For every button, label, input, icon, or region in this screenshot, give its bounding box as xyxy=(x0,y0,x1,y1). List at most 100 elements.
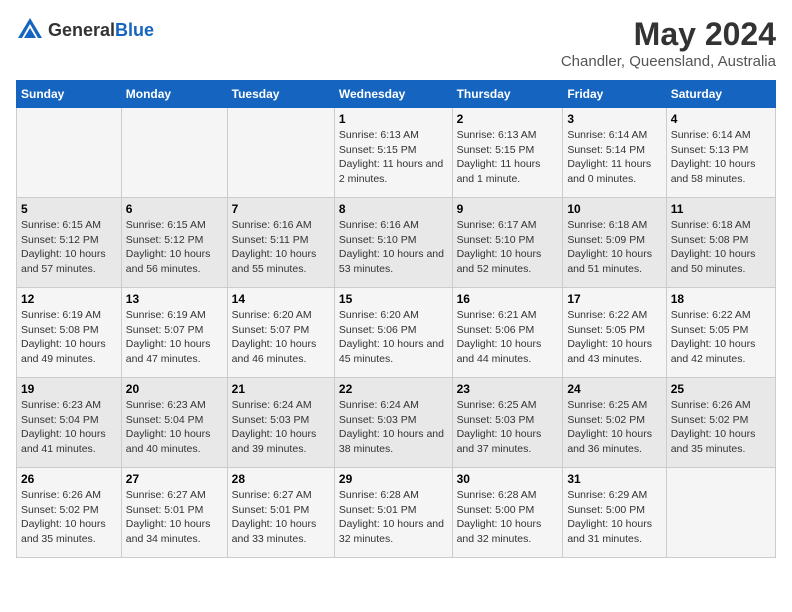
day-number: 22 xyxy=(339,382,448,396)
day-number: 24 xyxy=(567,382,661,396)
week-row-2: 5 Sunrise: 6:15 AMSunset: 5:12 PMDaylight… xyxy=(17,198,776,288)
day-info: Sunrise: 6:18 AMSunset: 5:09 PMDaylight:… xyxy=(567,218,661,277)
header-saturday: Saturday xyxy=(666,81,775,108)
calendar-cell: 2 Sunrise: 6:13 AMSunset: 5:15 PMDaylight… xyxy=(452,108,563,198)
week-row-5: 26 Sunrise: 6:26 AMSunset: 5:02 PMDayligh… xyxy=(17,468,776,558)
header-friday: Friday xyxy=(563,81,666,108)
header-thursday: Thursday xyxy=(452,81,563,108)
day-number: 14 xyxy=(232,292,330,306)
calendar-cell: 31 Sunrise: 6:29 AMSunset: 5:00 PMDayligh… xyxy=(563,468,666,558)
calendar-cell: 4 Sunrise: 6:14 AMSunset: 5:13 PMDaylight… xyxy=(666,108,775,198)
calendar-cell: 20Sunrise: 6:23 AMSunset: 5:04 PMDayligh… xyxy=(121,378,227,468)
day-number: 18 xyxy=(671,292,771,306)
week-row-3: 12 Sunrise: 6:19 AMSunset: 5:08 PMDayligh… xyxy=(17,288,776,378)
day-number: 21 xyxy=(232,382,330,396)
calendar-cell: 27 Sunrise: 6:27 AMSunset: 5:01 PMDayligh… xyxy=(121,468,227,558)
title-block: May 2024 Chandler, Queensland, Australia xyxy=(561,16,776,70)
day-info: Sunrise: 6:26 AMSunset: 5:02 PMDaylight:… xyxy=(671,398,771,457)
day-info: Sunrise: 6:25 AMSunset: 5:03 PMDaylight:… xyxy=(457,398,559,457)
day-info: Sunrise: 6:13 AMSunset: 5:15 PMDaylight:… xyxy=(339,128,448,187)
calendar-cell: 30 Sunrise: 6:28 AMSunset: 5:00 PMDayligh… xyxy=(452,468,563,558)
day-number: 10 xyxy=(567,202,661,216)
calendar-table: SundayMondayTuesdayWednesdayThursdayFrid… xyxy=(16,80,776,558)
calendar-cell: 9 Sunrise: 6:17 AMSunset: 5:10 PMDaylight… xyxy=(452,198,563,288)
subtitle: Chandler, Queensland, Australia xyxy=(561,53,776,70)
day-info: Sunrise: 6:15 AMSunset: 5:12 PMDaylight:… xyxy=(126,218,223,277)
calendar-cell: 1 Sunrise: 6:13 AMSunset: 5:15 PMDaylight… xyxy=(334,108,452,198)
day-info: Sunrise: 6:28 AMSunset: 5:01 PMDaylight:… xyxy=(339,488,448,547)
day-number: 23 xyxy=(457,382,559,396)
logo-icon xyxy=(16,16,44,44)
day-info: Sunrise: 6:28 AMSunset: 5:00 PMDaylight:… xyxy=(457,488,559,547)
day-info: Sunrise: 6:17 AMSunset: 5:10 PMDaylight:… xyxy=(457,218,559,277)
page-header: GeneralBlue May 2024 Chandler, Queenslan… xyxy=(16,16,776,70)
main-title: May 2024 xyxy=(561,16,776,53)
day-info: Sunrise: 6:27 AMSunset: 5:01 PMDaylight:… xyxy=(126,488,223,547)
calendar-cell: 7Sunrise: 6:16 AMSunset: 5:11 PMDaylight… xyxy=(227,198,334,288)
calendar-cell: 12 Sunrise: 6:19 AMSunset: 5:08 PMDayligh… xyxy=(17,288,122,378)
calendar-header-row: SundayMondayTuesdayWednesdayThursdayFrid… xyxy=(17,81,776,108)
day-number: 29 xyxy=(339,472,448,486)
day-info: Sunrise: 6:24 AMSunset: 5:03 PMDaylight:… xyxy=(339,398,448,457)
header-wednesday: Wednesday xyxy=(334,81,452,108)
day-info: Sunrise: 6:18 AMSunset: 5:08 PMDaylight:… xyxy=(671,218,771,277)
header-monday: Monday xyxy=(121,81,227,108)
calendar-cell xyxy=(666,468,775,558)
logo-blue: Blue xyxy=(115,20,154,40)
day-number: 9 xyxy=(457,202,559,216)
calendar-cell: 29 Sunrise: 6:28 AMSunset: 5:01 PMDayligh… xyxy=(334,468,452,558)
day-number: 17 xyxy=(567,292,661,306)
calendar-cell: 14 Sunrise: 6:20 AMSunset: 5:07 PMDayligh… xyxy=(227,288,334,378)
day-number: 19 xyxy=(21,382,117,396)
calendar-cell: 24Sunrise: 6:25 AMSunset: 5:02 PMDayligh… xyxy=(563,378,666,468)
calendar-cell: 28 Sunrise: 6:27 AMSunset: 5:01 PMDayligh… xyxy=(227,468,334,558)
day-number: 26 xyxy=(21,472,117,486)
calendar-cell: 13Sunrise: 6:19 AMSunset: 5:07 PMDayligh… xyxy=(121,288,227,378)
header-tuesday: Tuesday xyxy=(227,81,334,108)
day-number: 30 xyxy=(457,472,559,486)
week-row-4: 19 Sunrise: 6:23 AMSunset: 5:04 PMDayligh… xyxy=(17,378,776,468)
calendar-cell: 25 Sunrise: 6:26 AMSunset: 5:02 PMDayligh… xyxy=(666,378,775,468)
calendar-cell xyxy=(121,108,227,198)
calendar-cell: 21 Sunrise: 6:24 AMSunset: 5:03 PMDayligh… xyxy=(227,378,334,468)
day-info: Sunrise: 6:29 AMSunset: 5:00 PMDaylight:… xyxy=(567,488,661,547)
day-number: 12 xyxy=(21,292,117,306)
calendar-cell: 10 Sunrise: 6:18 AMSunset: 5:09 PMDayligh… xyxy=(563,198,666,288)
day-info: Sunrise: 6:14 AMSunset: 5:14 PMDaylight:… xyxy=(567,128,661,187)
day-number: 15 xyxy=(339,292,448,306)
day-number: 4 xyxy=(671,112,771,126)
day-info: Sunrise: 6:16 AMSunset: 5:10 PMDaylight:… xyxy=(339,218,448,277)
header-sunday: Sunday xyxy=(17,81,122,108)
day-number: 28 xyxy=(232,472,330,486)
day-number: 27 xyxy=(126,472,223,486)
day-info: Sunrise: 6:20 AMSunset: 5:06 PMDaylight:… xyxy=(339,308,448,367)
day-number: 1 xyxy=(339,112,448,126)
day-info: Sunrise: 6:19 AMSunset: 5:08 PMDaylight:… xyxy=(21,308,117,367)
day-info: Sunrise: 6:13 AMSunset: 5:15 PMDaylight:… xyxy=(457,128,559,187)
day-number: 6 xyxy=(126,202,223,216)
calendar-cell: 23 Sunrise: 6:25 AMSunset: 5:03 PMDayligh… xyxy=(452,378,563,468)
day-info: Sunrise: 6:27 AMSunset: 5:01 PMDaylight:… xyxy=(232,488,330,547)
day-number: 2 xyxy=(457,112,559,126)
day-number: 16 xyxy=(457,292,559,306)
calendar-cell: 17Sunrise: 6:22 AMSunset: 5:05 PMDayligh… xyxy=(563,288,666,378)
calendar-cell: 3Sunrise: 6:14 AMSunset: 5:14 PMDaylight… xyxy=(563,108,666,198)
calendar-cell: 6 Sunrise: 6:15 AMSunset: 5:12 PMDaylight… xyxy=(121,198,227,288)
day-info: Sunrise: 6:26 AMSunset: 5:02 PMDaylight:… xyxy=(21,488,117,547)
logo-general: General xyxy=(48,20,115,40)
day-info: Sunrise: 6:24 AMSunset: 5:03 PMDaylight:… xyxy=(232,398,330,457)
day-info: Sunrise: 6:23 AMSunset: 5:04 PMDaylight:… xyxy=(126,398,223,457)
calendar-cell: 11Sunrise: 6:18 AMSunset: 5:08 PMDayligh… xyxy=(666,198,775,288)
calendar-cell: 16Sunrise: 6:21 AMSunset: 5:06 PMDayligh… xyxy=(452,288,563,378)
day-number: 25 xyxy=(671,382,771,396)
calendar-cell xyxy=(17,108,122,198)
day-number: 31 xyxy=(567,472,661,486)
logo: GeneralBlue xyxy=(16,16,154,44)
day-info: Sunrise: 6:14 AMSunset: 5:13 PMDaylight:… xyxy=(671,128,771,187)
week-row-1: 1 Sunrise: 6:13 AMSunset: 5:15 PMDaylight… xyxy=(17,108,776,198)
day-info: Sunrise: 6:20 AMSunset: 5:07 PMDaylight:… xyxy=(232,308,330,367)
day-number: 5 xyxy=(21,202,117,216)
calendar-cell: 18Sunrise: 6:22 AMSunset: 5:05 PMDayligh… xyxy=(666,288,775,378)
day-info: Sunrise: 6:19 AMSunset: 5:07 PMDaylight:… xyxy=(126,308,223,367)
calendar-cell: 5Sunrise: 6:15 AMSunset: 5:12 PMDaylight… xyxy=(17,198,122,288)
